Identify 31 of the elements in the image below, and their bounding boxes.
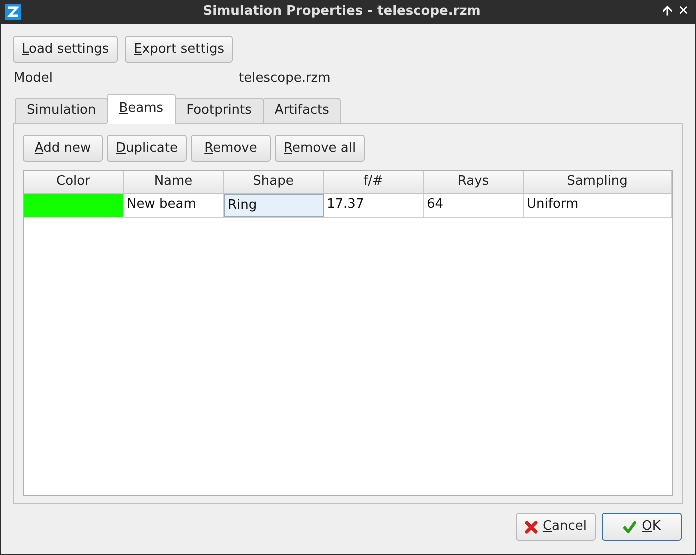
export-settings-button[interactable]: Export settigs xyxy=(125,36,234,63)
column-header[interactable]: f/# xyxy=(324,171,424,193)
tab[interactable]: Beams xyxy=(107,94,176,124)
load-settings-button[interactable]: Load settings xyxy=(13,36,118,63)
window-title: Simulation Properties - telescope.rzm xyxy=(202,3,482,22)
tab[interactable]: Footprints xyxy=(174,98,264,124)
column-header[interactable]: Color xyxy=(24,171,124,193)
model-label: Model xyxy=(14,70,54,88)
cross-icon xyxy=(524,520,538,534)
column-header[interactable]: Name xyxy=(124,171,224,193)
app-logo-icon xyxy=(5,4,21,20)
maximize-button[interactable]: 🡩 xyxy=(663,2,672,22)
checkmark-icon xyxy=(623,520,638,534)
table-cell[interactable]: Ring xyxy=(224,194,324,217)
table-cell[interactable]: Uniform xyxy=(524,194,672,217)
table-cell[interactable]: 64 xyxy=(424,194,524,217)
beam-action-button[interactable]: Remove xyxy=(191,135,271,162)
column-header[interactable]: Sampling xyxy=(524,171,672,193)
column-header[interactable]: Rays xyxy=(424,171,524,193)
beam-action-button[interactable]: Remove all xyxy=(275,135,366,162)
beam-action-button[interactable]: Add new xyxy=(23,135,103,162)
color-swatch[interactable] xyxy=(24,194,124,217)
beam-action-button[interactable]: Duplicate xyxy=(107,135,187,162)
table-cell[interactable]: 17.37 xyxy=(324,194,424,217)
ok-button[interactable]: OK xyxy=(602,513,682,541)
column-header[interactable]: Shape xyxy=(224,171,324,193)
model-value: telescope.rzm xyxy=(239,70,331,88)
close-button[interactable]: ✕ xyxy=(678,2,689,22)
tab[interactable]: Simulation xyxy=(15,98,108,124)
cancel-button[interactable]: Cancel xyxy=(516,513,596,541)
tab[interactable]: Artifacts xyxy=(262,98,342,124)
